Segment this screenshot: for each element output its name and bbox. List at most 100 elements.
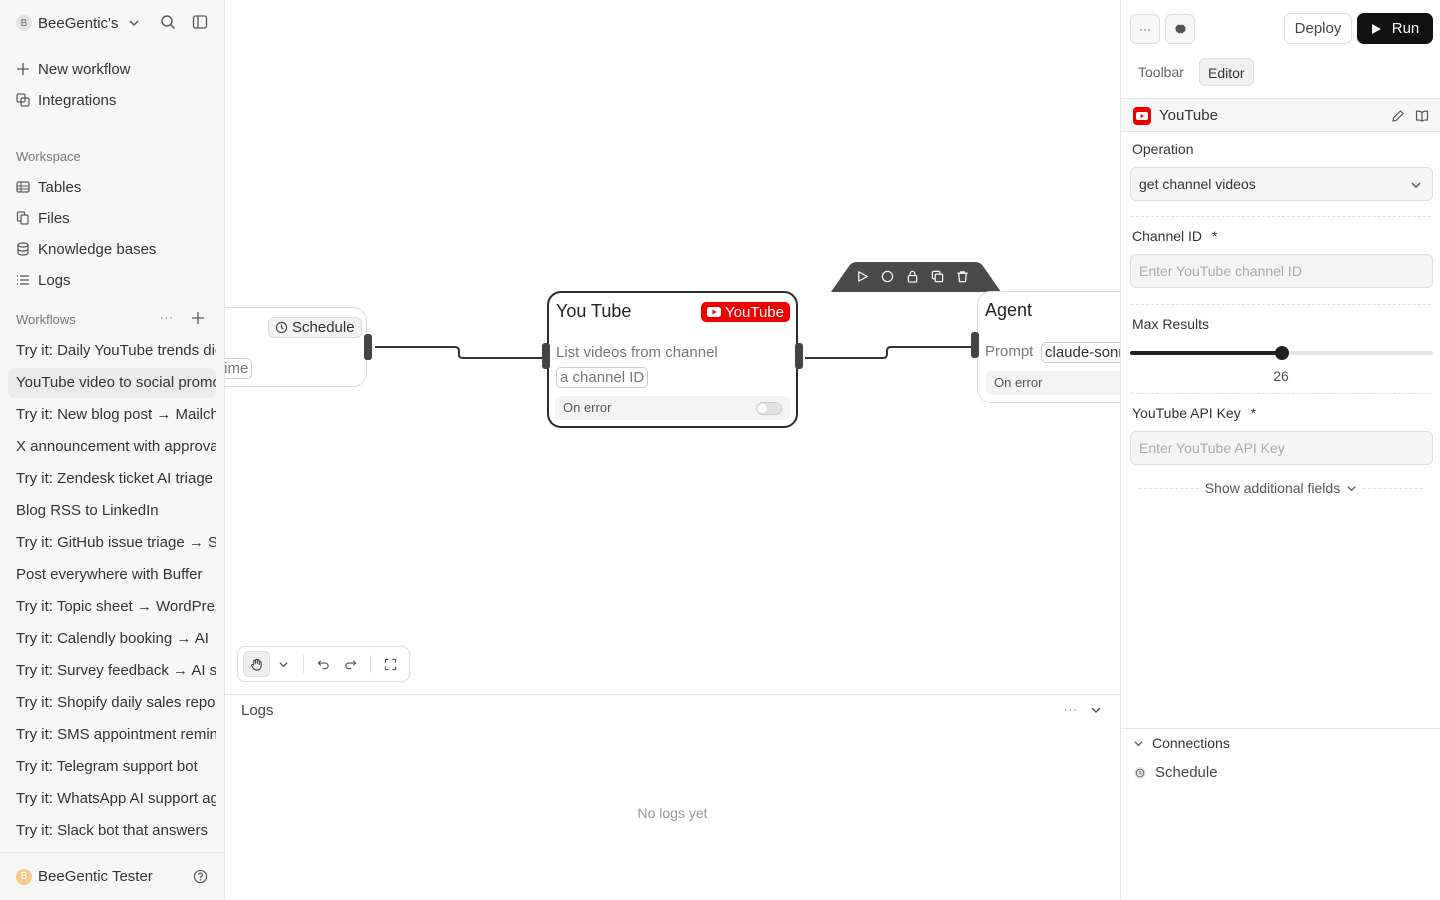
block-name: YouTube [1159,107,1218,124]
plus-icon [17,63,29,75]
slider-fill [1130,351,1282,355]
sidebar-item-files[interactable]: Files [16,207,70,229]
add-workflow-icon[interactable] [192,312,204,324]
pan-tool-button[interactable] [243,651,270,677]
search-icon[interactable] [160,14,176,30]
sidebar-toggle-icon[interactable] [192,14,208,30]
fit-view-button[interactable] [377,651,404,677]
max-results-slider[interactable] [1130,346,1433,360]
agent-prompt-label: Prompt [985,343,1034,360]
youtube-icon [1133,107,1151,125]
connection-item-schedule[interactable]: Schedule [1133,764,1218,781]
workflows-more-icon[interactable]: ··· [160,312,174,324]
deploy-button[interactable]: Deploy [1284,13,1352,44]
sidebar-item-tables[interactable]: Tables [16,176,81,198]
workflow-item[interactable]: Try it: SMS appointment reminders [8,720,216,750]
collapse-logs-icon[interactable] [1090,704,1102,716]
workflow-item[interactable]: Try it: Calendly booking → AI [8,624,216,654]
channel-id-label: Channel ID * [1132,228,1217,244]
sidebar-item-knowledge-bases[interactable]: Knowledge bases [16,238,156,260]
workflow-item[interactable]: Try it: New blog post → Mailchimp [8,400,216,430]
agent-input-handle[interactable] [971,332,979,358]
workflow-canvas[interactable]: Schedule time You Tube YouTube List vide… [225,0,1120,694]
agent-node[interactable]: Agent Prompt claude-sonnet On error [971,291,1120,403]
show-additional-fields-label: Show additional fields [1204,480,1341,496]
tool-mode-dropdown[interactable] [270,651,297,677]
docs-book-icon[interactable] [1415,109,1429,123]
workflow-item[interactable]: Try it: Zendesk ticket AI triage [8,464,216,494]
operation-label: Operation [1132,141,1194,157]
schedule-tag-label: Schedule [292,319,355,336]
api-key-input[interactable]: Enter YouTube API Key [1130,431,1433,465]
on-error-label: On error [563,400,612,415]
disable-icon[interactable] [881,270,894,283]
youtube-output-handle[interactable] [795,343,803,369]
more-options-button[interactable]: ··· [1130,14,1160,44]
edge-schedule-youtube [375,346,543,359]
redo-button[interactable] [337,651,364,677]
logs-empty-state: No logs yet [637,805,708,821]
workflows-section-label: Workflows [16,312,76,327]
on-error-toggle[interactable] [756,402,782,415]
tab-toolbar[interactable]: Toolbar [1130,58,1192,86]
channel-id-input[interactable]: Enter YouTube channel ID [1130,254,1433,288]
schedule-output-handle[interactable] [364,334,372,360]
chevron-down-icon [279,661,288,667]
connections-toggle[interactable]: Connections [1133,735,1230,751]
workflow-item[interactable]: Try it: Survey feedback → AI summary [8,656,216,686]
play-icon[interactable] [856,270,869,283]
clock-icon [275,321,288,334]
edit-icon[interactable] [1391,109,1405,123]
required-marker: * [1211,228,1218,244]
run-button[interactable]: Run [1357,13,1433,44]
brain-icon [1174,24,1186,33]
user-name: BeeGentic Tester [38,868,153,885]
max-results-label: Max Results [1132,316,1210,332]
sidebar-item-label: Tables [38,178,82,196]
block-header: YouTube [1121,98,1440,132]
workflow-item[interactable]: Blog RSS to LinkedIn [8,496,216,526]
workflow-item-active[interactable]: YouTube video to social promo [8,368,216,398]
trash-icon[interactable] [956,270,969,283]
slider-thumb[interactable] [1274,346,1289,360]
channel-id-token: a channel ID [556,367,649,388]
workflow-item[interactable]: X announcement with approval [8,432,216,462]
sidebar-item-label: Knowledge bases [38,240,157,258]
integrations-link[interactable]: Integrations [16,89,116,111]
workflow-item[interactable]: Try it: Shopify daily sales report [8,688,216,718]
clock-icon [1134,766,1146,779]
operation-select[interactable]: get channel videos [1130,167,1433,201]
divider [1131,304,1431,305]
user-menu[interactable]: B BeeGentic Tester [0,852,224,900]
youtube-input-handle[interactable] [542,343,550,369]
workflow-item[interactable]: Try it: Slack bot that answers [8,816,216,846]
fullscreen-icon [384,658,397,670]
workflow-item[interactable]: Try it: GitHub issue triage → Slack [8,528,216,558]
help-icon[interactable] [193,869,208,884]
duplicate-icon[interactable] [931,270,944,283]
table-icon [16,181,30,193]
workflow-item[interactable]: Try it: Daily YouTube trends digest [8,336,216,366]
youtube-node[interactable]: You Tube YouTube List videos from channe… [542,291,803,428]
sidebar-item-logs[interactable]: Logs [16,269,71,291]
show-additional-fields-button[interactable]: Show additional fields [1121,480,1440,496]
schedule-node[interactable]: Schedule time [225,307,372,387]
copilot-button[interactable] [1165,14,1195,44]
schedule-tag: Schedule [268,317,362,338]
undo-button[interactable] [310,651,337,677]
lock-icon[interactable] [906,270,919,283]
tab-editor[interactable]: Editor [1199,58,1254,86]
logs-more-icon[interactable]: ··· [1064,704,1078,716]
workflow-item[interactable]: Try it: Telegram support bot [8,752,216,782]
workflow-item[interactable]: Post everywhere with Buffer [8,560,216,590]
workflow-item[interactable]: Try it: WhatsApp AI support agent [8,784,216,814]
play-icon [1371,23,1381,34]
list-icon [17,275,29,285]
workspace-switcher[interactable]: B BeeGentic's [16,12,140,34]
connections-label: Connections [1152,735,1230,751]
integrations-label: Integrations [38,91,117,109]
canvas-toolbar [237,646,410,682]
database-icon [17,242,29,256]
new-workflow-button[interactable]: New workflow [16,58,131,80]
workflow-item[interactable]: Try it: Topic sheet → WordPress [8,592,216,622]
